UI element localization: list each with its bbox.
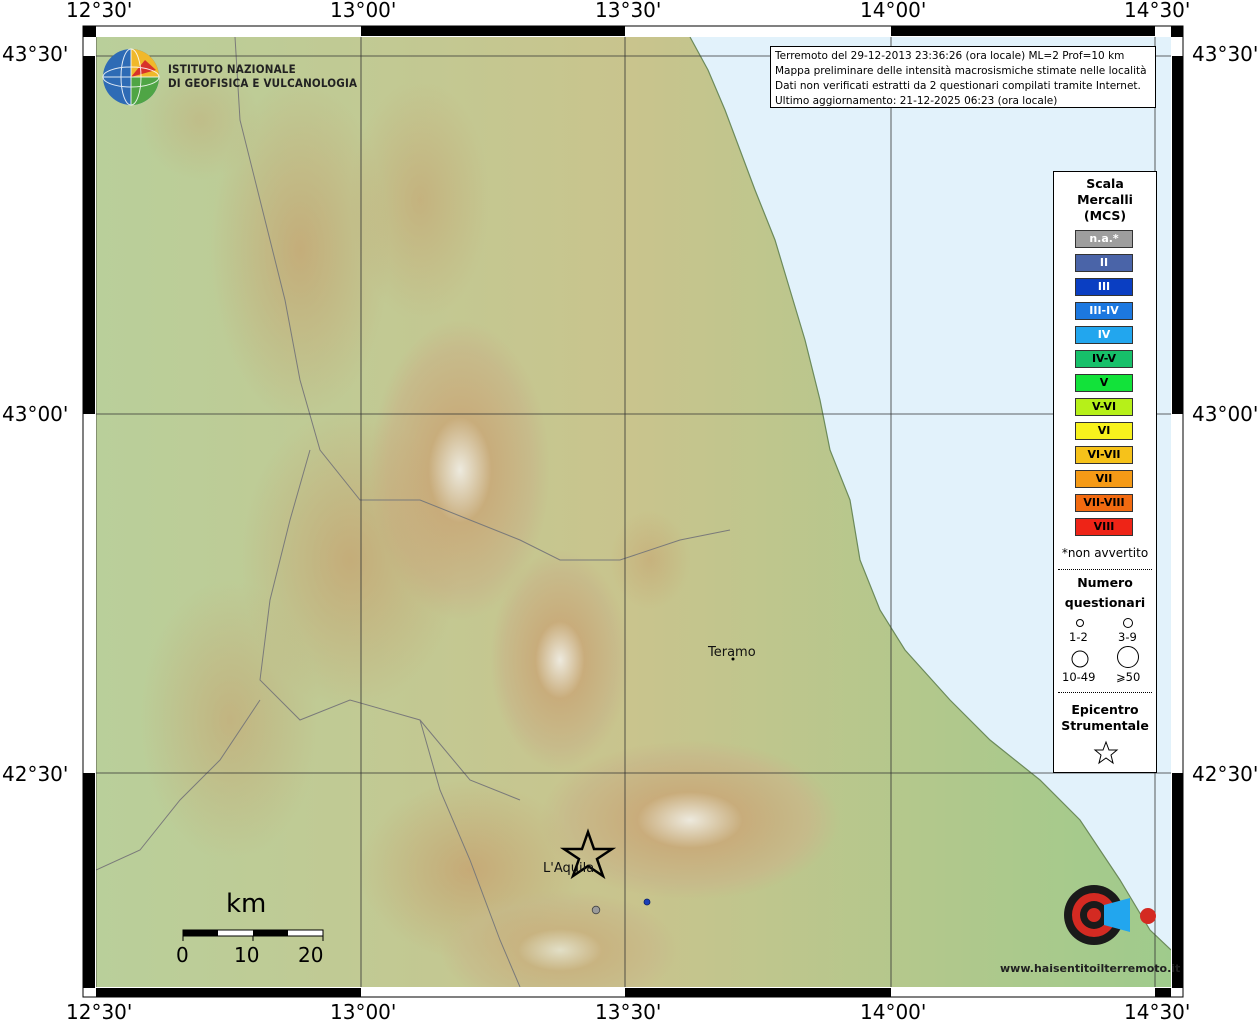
legend-title-3: (MCS) <box>1083 208 1127 223</box>
watermark-text: www.haisentitoilterremoto.it <box>1000 962 1181 975</box>
mcs-swatch-vi-vii: VI-VII <box>1075 446 1133 464</box>
mcs-swatch-iv-v: IV-V <box>1075 350 1133 368</box>
event-info-line-2: Mappa preliminare delle intensità macros… <box>775 65 1147 77</box>
lon-label-top-3: 13°30' <box>595 0 662 22</box>
questionnaires-title-1: Numero <box>1077 575 1133 590</box>
lon-label-top-4: 14°00' <box>860 0 927 22</box>
event-info-line-1: Terremoto del 29-12-2013 23:36:26 (ora l… <box>775 50 1125 62</box>
legend-title-2: Mercalli <box>1077 192 1133 207</box>
lon-label-bottom-5: 14°30' <box>1124 1000 1191 1024</box>
institute-line-2: DI GEOFISICA E VULCANOLOGIA <box>168 76 358 90</box>
event-info-box: Terremoto del 29-12-2013 23:36:26 (ora l… <box>770 46 1156 108</box>
mcs-swatch-v-vi: V-VI <box>1075 398 1133 416</box>
scale-tick-10: 10 <box>234 943 260 967</box>
lon-label-bottom-3: 13°30' <box>595 1000 662 1024</box>
mcs-swatch-ii: II <box>1075 254 1133 272</box>
epicenter-title-2: Strumentale <box>1061 718 1149 733</box>
q-label-3-9: 3-9 <box>1118 630 1137 644</box>
lon-label-top-5: 14°30' <box>1124 0 1191 22</box>
ingv-logo <box>102 48 160 106</box>
mcs-swatch-v: V <box>1075 374 1133 392</box>
lat-label-left-1: 43°30' <box>2 42 69 66</box>
lat-label-right-3: 42°30' <box>1192 762 1257 786</box>
lat-label-left-3: 42°30' <box>2 762 69 786</box>
event-info-line-4: Ultimo aggiornamento: 21-12-2025 06:23 (… <box>775 95 1058 107</box>
legend-divider-2 <box>1058 692 1152 693</box>
survey-point-blue[interactable] <box>643 898 651 906</box>
epicenter-title-1: Epicentro <box>1071 702 1139 717</box>
event-info-line-3: Dati non verificati estratti da 2 questi… <box>775 80 1141 92</box>
survey-point-gray[interactable] <box>591 905 601 915</box>
q-label-10-49: 10-49 <box>1062 670 1096 684</box>
lon-label-bottom-1: 12°30' <box>66 1000 133 1024</box>
legend-divider-1 <box>1058 569 1152 570</box>
mcs-swatch-iv: IV <box>1075 326 1133 344</box>
legend-note: *non avvertito <box>1061 546 1149 560</box>
city-label-teramo: Teramo <box>708 645 756 660</box>
epicenter-legend-star-icon <box>1093 740 1119 765</box>
questionnaires-title-2: questionari <box>1064 595 1146 610</box>
mcs-swatch-vii-viii: VII-VIII <box>1075 494 1133 512</box>
scale-unit-label: km <box>226 889 267 919</box>
scale-tick-0: 0 <box>176 943 189 967</box>
lat-label-right-2: 43°00' <box>1192 402 1257 426</box>
mcs-swatch-na: n.a.* <box>1075 230 1133 248</box>
city-label-laquila: L'Aquila <box>543 861 595 876</box>
institute-line-1: ISTITUTO NAZIONALE <box>168 62 296 76</box>
mcs-swatch-viii: VIII <box>1075 518 1133 536</box>
lat-label-left-2: 43°00' <box>2 402 69 426</box>
mcs-legend: Scala Mercalli (MCS) n.a.* II III III-IV… <box>1053 171 1157 773</box>
q-label-1-2: 1-2 <box>1069 630 1088 644</box>
mcs-swatch-iii-iv: III-IV <box>1075 302 1133 320</box>
mcs-swatch-vi: VI <box>1075 422 1133 440</box>
mcs-swatch-iii: III <box>1075 278 1133 296</box>
lon-label-bottom-4: 14°00' <box>860 1000 927 1024</box>
scale-tick-20: 20 <box>298 943 324 967</box>
q-label-50plus: ⩾50 <box>1116 670 1141 684</box>
lon-label-top-1: 12°30' <box>66 0 133 22</box>
lon-label-bottom-2: 13°00' <box>330 1000 397 1024</box>
lat-label-right-1: 43°30' <box>1192 42 1257 66</box>
lon-label-top-2: 13°00' <box>330 0 397 22</box>
mcs-swatch-vii: VII <box>1075 470 1133 488</box>
institute-name: ISTITUTO NAZIONALE DI GEOFISICA E VULCAN… <box>168 62 357 90</box>
legend-title-1: Scala <box>1086 176 1124 191</box>
